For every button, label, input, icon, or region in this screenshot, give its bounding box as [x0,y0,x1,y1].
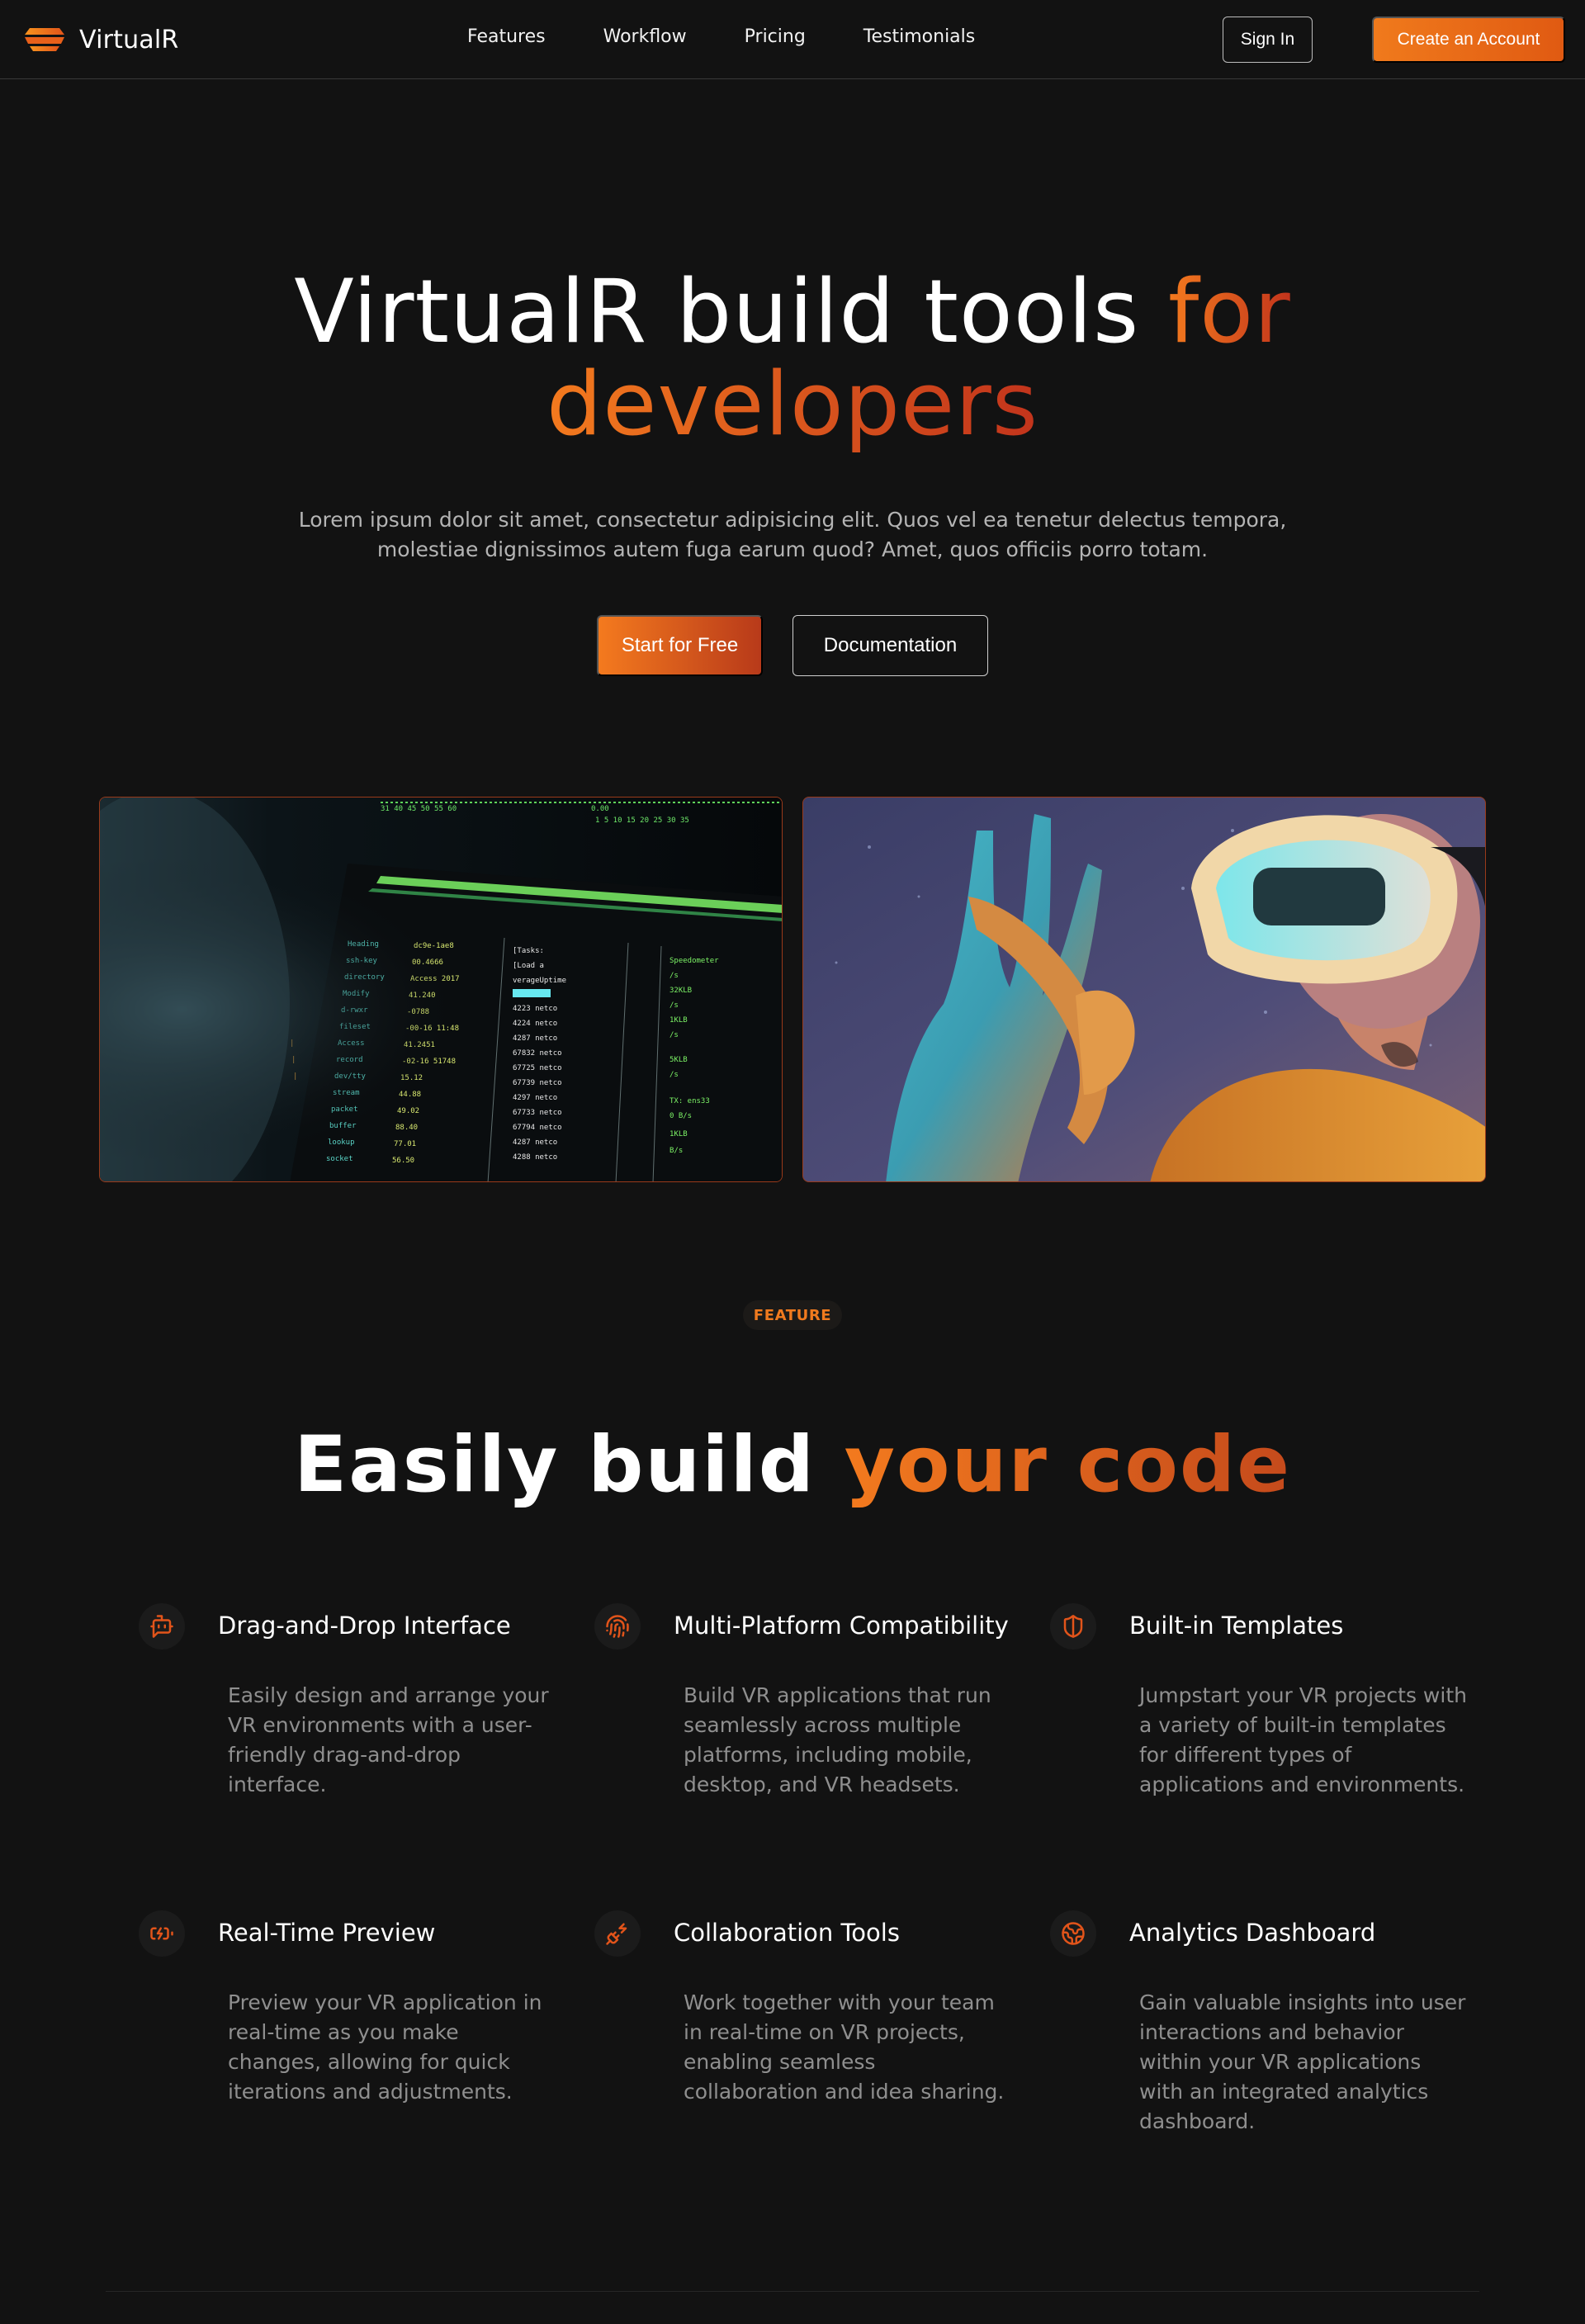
feature-description: Gain valuable insights into user interac… [1139,1990,1466,2133]
plug-zap-icon [594,1910,641,1957]
feature-title: Collaboration Tools [674,1919,900,1947]
feature-description: Preview your VR application in real-time… [228,1990,542,2104]
vr-headset-image [802,797,1486,1182]
nav-links: Features Workflow Pricing Testimonials [467,26,975,47]
shield-half-icon [1050,1603,1096,1650]
features-title-main: Easily build [294,1420,845,1510]
brand-name: VirtualR [79,25,179,54]
nav-link-workflow[interactable]: Workflow [603,26,687,47]
brand[interactable]: VirtualR [23,23,178,56]
nav-link-pricing[interactable]: Pricing [745,26,806,47]
documentation-button[interactable]: Documentation [792,615,988,676]
vr-headset-illustration [803,798,1485,1181]
feature-description: Jumpstart your VR projects with a variet… [1139,1683,1467,1796]
terminal-code-image: 31 40 45 50 55 60 0.00 1 5 10 15 20 25 3… [99,797,783,1182]
features-title: Easily build your code [0,1420,1585,1511]
features-title-accent: your code [844,1420,1291,1510]
bot-icon [139,1603,185,1650]
feature-description: Build VR applications that run seamlessl… [684,1683,991,1796]
sign-in-button[interactable]: Sign In [1223,17,1313,63]
battery-charging-icon [139,1910,185,1957]
feature-description: Easily design and arrange your VR enviro… [228,1683,549,1796]
hero-title-accent-developers: developers [546,353,1039,455]
create-account-button[interactable]: Create an Account [1372,17,1565,63]
nav-link-testimonials[interactable]: Testimonials [863,26,975,47]
hero-title-main: VirtualR build tools [294,261,1168,362]
feature-title: Drag-and-Drop Interface [218,1612,511,1640]
feature-title: Real-Time Preview [218,1919,436,1947]
feature-title: Built-in Templates [1129,1612,1344,1640]
start-for-free-button[interactable]: Start for Free [597,615,763,676]
feature-description: Work together with your team in real-tim… [684,1990,1005,2104]
fingerprint-icon [594,1603,641,1650]
section-divider [106,2291,1479,2292]
hero-title-accent-for: for [1167,261,1291,362]
terminal-code-illustration: 31 40 45 50 55 60 0.00 1 5 10 15 20 25 3… [100,798,782,1181]
hero-title: VirtualR build tools for developers [0,266,1585,451]
brand-logo-icon [25,28,64,51]
hero-subtitle: Lorem ipsum dolor sit amet, consectetur … [298,508,1287,561]
nav-link-features[interactable]: Features [467,26,546,47]
page: VirtualR Features Workflow Pricing Testi… [0,0,1585,2324]
navbar: VirtualR Features Workflow Pricing Testi… [0,0,1585,79]
feature-badge: FEATURE [743,1300,842,1330]
feature-title: Multi-Platform Compatibility [674,1612,1009,1640]
feature-title: Analytics Dashboard [1129,1919,1376,1947]
globe-icon [1050,1910,1096,1957]
